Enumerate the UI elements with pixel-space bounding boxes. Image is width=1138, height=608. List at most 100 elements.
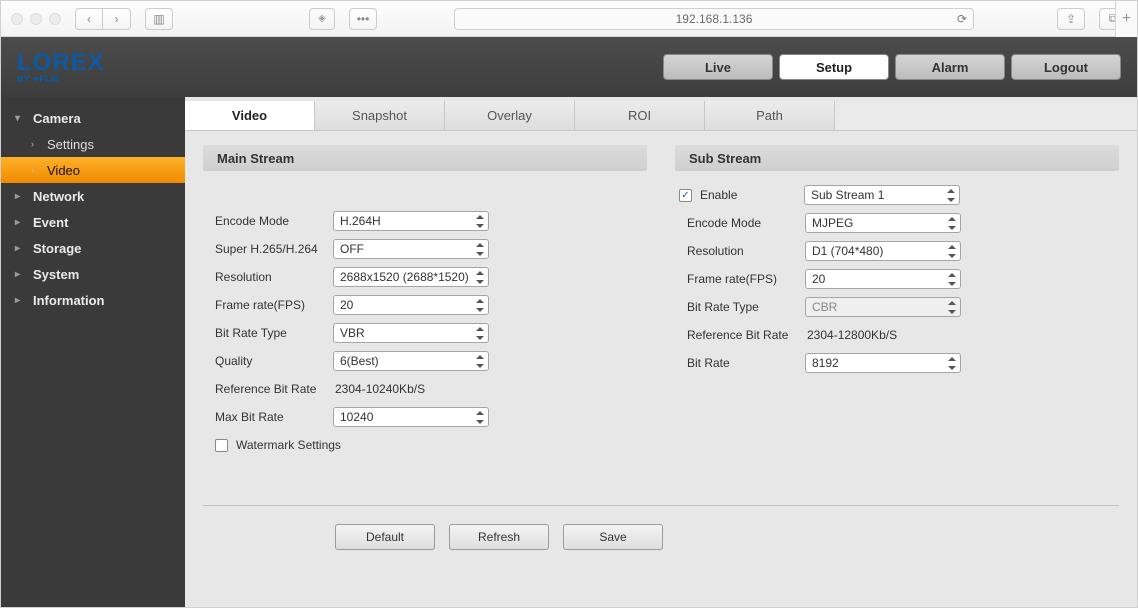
nav-setup[interactable]: Setup bbox=[779, 54, 889, 80]
caret-icon bbox=[948, 355, 956, 373]
max-bitrate-label: Max Bit Rate bbox=[207, 410, 333, 424]
caret-icon bbox=[476, 241, 484, 259]
url-field[interactable]: 192.168.1.136 ⟳ bbox=[454, 8, 974, 30]
quality-label: Quality bbox=[207, 354, 333, 368]
brand-name: LOREX bbox=[17, 49, 105, 76]
sidebar-group-system[interactable]: ▸System bbox=[1, 261, 185, 287]
sub-stream-title: Sub Stream bbox=[675, 145, 1119, 171]
resolution-label: Resolution bbox=[207, 270, 333, 284]
tab-overlay[interactable]: Overlay bbox=[445, 101, 575, 130]
sub-fps-select[interactable]: 20 bbox=[805, 269, 961, 289]
sub-resolution-label: Resolution bbox=[679, 244, 805, 258]
back-button[interactable]: ‹ bbox=[75, 8, 103, 30]
reload-icon[interactable]: ⟳ bbox=[957, 12, 967, 26]
browser-toolbar: ‹ › ▥ ◈ ••• 192.168.1.136 ⟳ ⇪ ⧉ + bbox=[1, 1, 1137, 37]
fps-label: Frame rate(FPS) bbox=[207, 298, 333, 312]
main-panel: Video Snapshot Overlay ROI Path Main Str… bbox=[185, 97, 1137, 607]
super-select[interactable]: OFF bbox=[333, 239, 489, 259]
brand-subtitle: BY ✦FLIR bbox=[17, 75, 105, 84]
sub-encode-select[interactable]: MJPEG bbox=[805, 213, 961, 233]
tab-path[interactable]: Path bbox=[705, 101, 835, 130]
tab-snapshot[interactable]: Snapshot bbox=[315, 101, 445, 130]
encode-mode-select[interactable]: H.264H bbox=[333, 211, 489, 231]
sub-ref-label: Reference Bit Rate bbox=[679, 328, 805, 342]
sub-enable-label: Enable bbox=[700, 188, 804, 202]
max-bitrate-select[interactable]: 10240 bbox=[333, 407, 489, 427]
tab-bar: Video Snapshot Overlay ROI Path bbox=[185, 101, 1137, 131]
sub-stream-select[interactable]: Sub Stream 1 bbox=[804, 185, 960, 205]
close-icon[interactable] bbox=[11, 13, 23, 25]
chevron-right-icon: › bbox=[31, 165, 43, 175]
sidebar-toggle-button[interactable]: ▥ bbox=[145, 8, 173, 30]
sidebar-item-settings[interactable]: ›Settings bbox=[1, 131, 185, 157]
caret-icon bbox=[948, 243, 956, 261]
sidebar-group-network[interactable]: ▸Network bbox=[1, 183, 185, 209]
chevron-right-icon: ▸ bbox=[15, 191, 27, 202]
chevron-right-icon: ▸ bbox=[15, 217, 27, 228]
history-nav: ‹ › bbox=[75, 8, 131, 30]
caret-icon bbox=[948, 271, 956, 289]
new-tab-button[interactable]: + bbox=[1115, 1, 1137, 37]
sidebar-group-event[interactable]: ▸Event bbox=[1, 209, 185, 235]
brand-logo: LOREX BY ✦FLIR bbox=[17, 51, 105, 84]
sidebar-item-video[interactable]: ›Video bbox=[1, 157, 185, 183]
watermark-label: Watermark Settings bbox=[236, 438, 341, 452]
quality-select[interactable]: 6(Best) bbox=[333, 351, 489, 371]
bitrate-type-label: Bit Rate Type bbox=[207, 326, 333, 340]
refresh-button[interactable]: Refresh bbox=[449, 524, 549, 550]
chevron-right-icon: ▸ bbox=[15, 295, 27, 306]
chevron-right-icon: ▸ bbox=[15, 269, 27, 280]
sidebar: ▾Camera ›Settings ›Video ▸Network ▸Event… bbox=[1, 97, 185, 607]
sub-stream-panel: Sub Stream ✓ Enable Sub Stream 1 Encode … bbox=[675, 145, 1119, 469]
bitrate-type-select[interactable]: VBR bbox=[333, 323, 489, 343]
sub-bitrate-type-select: CBR bbox=[805, 297, 961, 317]
sidebar-group-information[interactable]: ▸Information bbox=[1, 287, 185, 313]
chevron-right-icon: › bbox=[31, 139, 43, 149]
save-button[interactable]: Save bbox=[563, 524, 663, 550]
caret-icon bbox=[948, 299, 956, 317]
tab-roi[interactable]: ROI bbox=[575, 101, 705, 130]
ref-bitrate-label: Reference Bit Rate bbox=[207, 382, 333, 396]
action-buttons: Default Refresh Save bbox=[185, 518, 1137, 550]
maximize-icon[interactable] bbox=[49, 13, 61, 25]
nav-alarm[interactable]: Alarm bbox=[895, 54, 1005, 80]
sub-fps-label: Frame rate(FPS) bbox=[679, 272, 805, 286]
sub-bitrate-type-label: Bit Rate Type bbox=[679, 300, 805, 314]
watermark-checkbox[interactable] bbox=[215, 439, 228, 452]
main-stream-panel: Main Stream Encode Mode H.264H Super H.2… bbox=[203, 145, 647, 469]
sidebar-group-camera[interactable]: ▾Camera bbox=[1, 105, 185, 131]
app-header: LOREX BY ✦FLIR Live Setup Alarm Logout bbox=[1, 37, 1137, 97]
nav-live[interactable]: Live bbox=[663, 54, 773, 80]
sub-ref-value: 2304-12800Kb/S bbox=[805, 328, 897, 342]
window-controls bbox=[11, 13, 61, 25]
caret-icon bbox=[476, 409, 484, 427]
sidebar-group-storage[interactable]: ▸Storage bbox=[1, 235, 185, 261]
encode-mode-label: Encode Mode bbox=[207, 214, 333, 228]
caret-icon bbox=[476, 213, 484, 231]
forward-button[interactable]: › bbox=[103, 8, 131, 30]
ref-bitrate-value: 2304-10240Kb/S bbox=[333, 382, 425, 396]
caret-icon bbox=[476, 297, 484, 315]
caret-icon bbox=[476, 269, 484, 287]
sub-resolution-select[interactable]: D1 (704*480) bbox=[805, 241, 961, 261]
chevron-down-icon: ▾ bbox=[15, 113, 27, 124]
main-stream-title: Main Stream bbox=[203, 145, 647, 171]
url-text: 192.168.1.136 bbox=[676, 12, 753, 26]
default-button[interactable]: Default bbox=[335, 524, 435, 550]
sub-bitrate-select[interactable]: 8192 bbox=[805, 353, 961, 373]
caret-icon bbox=[476, 325, 484, 343]
tab-video[interactable]: Video bbox=[185, 101, 315, 130]
resolution-select[interactable]: 2688x1520 (2688*1520) bbox=[333, 267, 489, 287]
nav-logout[interactable]: Logout bbox=[1011, 54, 1121, 80]
shield-icon[interactable]: ◈ bbox=[309, 8, 335, 30]
caret-icon bbox=[948, 215, 956, 233]
fps-select[interactable]: 20 bbox=[333, 295, 489, 315]
sub-enable-checkbox[interactable]: ✓ bbox=[679, 189, 692, 202]
share-button[interactable]: ⇪ bbox=[1057, 8, 1085, 30]
sub-bitrate-label: Bit Rate bbox=[679, 356, 805, 370]
chevron-right-icon: ▸ bbox=[15, 243, 27, 254]
minimize-icon[interactable] bbox=[30, 13, 42, 25]
caret-icon bbox=[476, 353, 484, 371]
caret-icon bbox=[947, 187, 955, 205]
reader-button[interactable]: ••• bbox=[349, 8, 377, 30]
